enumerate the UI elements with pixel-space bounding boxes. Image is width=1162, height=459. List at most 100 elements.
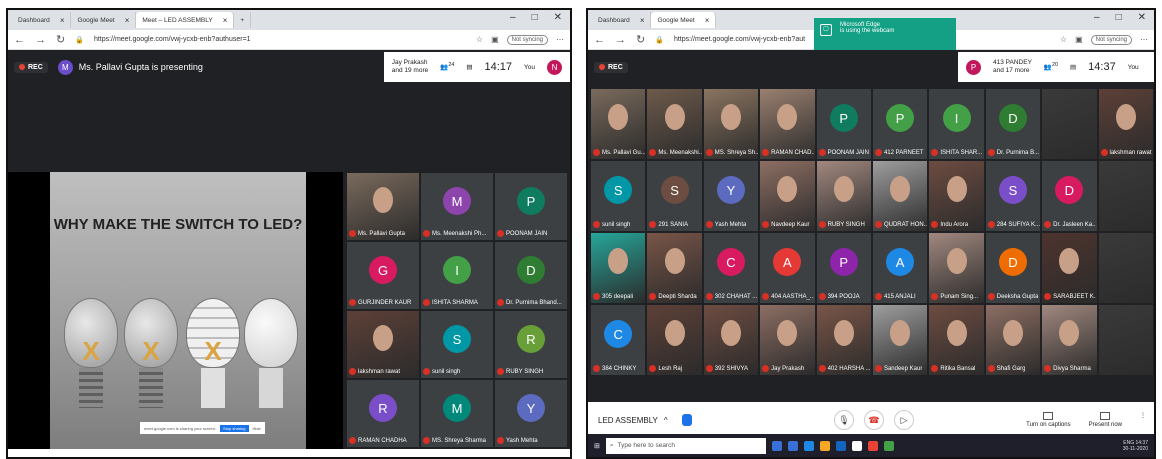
participant-tile[interactable]: Navdeep Kaur bbox=[759, 160, 816, 232]
tab-google-meet[interactable]: Google Meet × bbox=[71, 12, 137, 28]
participant-tile[interactable]: D Dr. Purnima B... bbox=[984, 88, 1042, 160]
participant-tile[interactable]: M MS. Shreya Sharma bbox=[420, 379, 494, 448]
refresh-icon[interactable]: ↻ bbox=[56, 33, 65, 46]
minimize-icon[interactable]: – bbox=[1094, 12, 1100, 23]
participant-tile[interactable] bbox=[1041, 88, 1098, 160]
participant-tile[interactable]: G GURJINDER KAUR bbox=[346, 241, 420, 310]
windows-start-icon[interactable]: ⊞ bbox=[594, 442, 600, 450]
present-button[interactable]: Present now bbox=[1089, 412, 1122, 428]
close-icon[interactable]: × bbox=[705, 16, 710, 25]
cortana-icon[interactable] bbox=[771, 440, 782, 451]
app-icon[interactable] bbox=[883, 440, 894, 451]
collections-icon[interactable]: ▣ bbox=[1075, 35, 1083, 44]
participant-tile[interactable]: Jay Prakash bbox=[759, 304, 816, 376]
back-icon[interactable]: ← bbox=[14, 34, 25, 46]
tab-dashboard[interactable]: Dashboard × bbox=[592, 12, 652, 28]
new-tab-icon[interactable]: + bbox=[234, 12, 252, 28]
participant-tile[interactable]: Lesh Raj bbox=[646, 304, 703, 376]
collections-icon[interactable]: ▣ bbox=[491, 35, 499, 44]
end-call-icon[interactable]: ☎ bbox=[864, 410, 884, 430]
participant-tile[interactable] bbox=[1097, 304, 1154, 376]
close-icon[interactable]: × bbox=[60, 16, 65, 25]
sync-status[interactable]: Not syncing bbox=[506, 34, 548, 45]
system-tray[interactable]: ENG 14:37 30-11-2020 bbox=[1123, 440, 1148, 452]
participant-tile[interactable]: D Dr. Purnima Bhand... bbox=[494, 241, 568, 310]
close-icon[interactable]: × bbox=[125, 16, 130, 25]
back-icon[interactable]: ← bbox=[594, 34, 605, 46]
participant-tile[interactable]: RUBY SINGH bbox=[815, 160, 872, 232]
close-icon[interactable]: × bbox=[223, 16, 228, 25]
participants-icon[interactable]: 👥20 bbox=[1044, 62, 1058, 71]
participant-tile[interactable]: Punam Sing... bbox=[928, 232, 985, 304]
participants-icon[interactable]: 👥24 bbox=[440, 62, 454, 71]
participant-tile[interactable]: Y Yash Mehta bbox=[494, 379, 568, 448]
participant-tile[interactable]: SARABJEET K... bbox=[1041, 232, 1098, 304]
webcam-notification[interactable]: ▢ Microsoft Edge is using the webcam bbox=[814, 18, 956, 50]
participant-tile[interactable]: Ssunil singh bbox=[590, 160, 647, 232]
participant-tile[interactable]: Divya Sharma bbox=[1041, 304, 1098, 376]
star-icon[interactable]: ☆ bbox=[1060, 35, 1067, 44]
participant-tile[interactable]: A 415 ANJALI bbox=[871, 232, 929, 304]
more-icon[interactable]: ⋯ bbox=[556, 35, 564, 44]
participant-tile[interactable]: 305 deepali bbox=[590, 232, 647, 304]
participant-tile[interactable]: 402 HARSHA ... bbox=[815, 304, 872, 376]
participant-tile[interactable]: Indu Arora bbox=[928, 160, 985, 232]
participant-tile[interactable]: D Deeksha Gupta bbox=[984, 232, 1042, 304]
participant-tile[interactable]: R RUBY SINGH bbox=[494, 310, 568, 379]
participant-tile[interactable]: Ms. Meenakshi... bbox=[646, 88, 703, 160]
forward-icon[interactable]: → bbox=[35, 34, 46, 46]
refresh-icon[interactable]: ↻ bbox=[636, 33, 645, 46]
participant-tile[interactable]: Deepti Sharda bbox=[646, 232, 703, 304]
tab-meet-led[interactable]: Meet – LED ASSEMBLY × bbox=[136, 12, 235, 28]
participant-tile[interactable] bbox=[1097, 232, 1154, 304]
participant-tile[interactable]: R RAMAN CHADHA bbox=[346, 379, 420, 448]
edge-icon[interactable] bbox=[803, 440, 814, 451]
participant-tile[interactable]: P POONAM JAIN bbox=[494, 172, 568, 241]
participant-tile[interactable]: C 302 CHAHAT ... bbox=[702, 232, 760, 304]
meeting-details[interactable]: LED ASSEMBLY ^ bbox=[598, 414, 692, 426]
more-options-icon[interactable]: ⋮ bbox=[1140, 412, 1146, 428]
participant-tile[interactable]: A 404 AASTHA_... bbox=[759, 232, 816, 304]
url-field[interactable]: https://meet.google.com/vwj-ycxb-enb?aut… bbox=[94, 36, 466, 43]
camera-icon[interactable]: ▷ bbox=[894, 410, 914, 430]
taskbar-search[interactable]: ⌕ Type here to search bbox=[605, 437, 766, 454]
store-icon[interactable] bbox=[835, 440, 846, 451]
participant-tile[interactable] bbox=[1097, 160, 1154, 232]
participant-tile[interactable]: Ms. Pallavi Gupta bbox=[346, 172, 420, 241]
participant-tile[interactable]: Shafi Garg bbox=[984, 304, 1042, 376]
maximize-icon[interactable]: □ bbox=[532, 12, 538, 23]
maximize-icon[interactable]: □ bbox=[1116, 12, 1122, 23]
file-explorer-icon[interactable] bbox=[819, 440, 830, 451]
user-avatar[interactable]: N bbox=[547, 59, 562, 75]
mic-icon[interactable]: 🎙 bbox=[834, 410, 854, 430]
minimize-icon[interactable]: – bbox=[510, 12, 516, 23]
star-icon[interactable]: ☆ bbox=[476, 35, 483, 44]
captions-button[interactable]: Turn on captions bbox=[1026, 412, 1071, 428]
chat-icon[interactable]: ▤ bbox=[466, 63, 472, 71]
participant-tile[interactable]: P 412 PARNEET bbox=[871, 88, 929, 160]
participant-tile[interactable]: Sandeep Kaur bbox=[871, 304, 929, 376]
participant-tile[interactable]: S 284 SUFIYA K... bbox=[984, 160, 1042, 232]
participant-tile[interactable]: S 291 SANIA bbox=[646, 160, 703, 232]
chrome-icon[interactable] bbox=[867, 440, 878, 451]
forward-icon[interactable]: → bbox=[615, 34, 626, 46]
chat-icon[interactable]: ▤ bbox=[1070, 63, 1076, 71]
tab-dashboard[interactable]: Dashboard × bbox=[12, 12, 72, 28]
participant-tile[interactable]: D Dr. Jasleen Ka... bbox=[1041, 160, 1098, 232]
participant-tile[interactable]: M Ms. Meenakshi Ph... bbox=[420, 172, 494, 241]
amazon-icon[interactable] bbox=[851, 440, 862, 451]
hide-button[interactable]: Hide bbox=[253, 426, 261, 431]
participant-tile[interactable]: C 384 CHINKY bbox=[590, 304, 647, 376]
participant-tile[interactable]: P 394 POOJA bbox=[815, 232, 872, 304]
stop-sharing-button[interactable]: Stop sharing bbox=[220, 424, 249, 432]
participant-tile[interactable]: lakshman rawat bbox=[1097, 88, 1154, 160]
tab-google-meet[interactable]: Google Meet × bbox=[651, 12, 717, 28]
close-icon[interactable]: × bbox=[640, 16, 645, 25]
close-window-icon[interactable]: ✕ bbox=[1138, 12, 1146, 23]
shield-icon[interactable] bbox=[681, 414, 692, 426]
participant-tile[interactable]: Ms. Pallavi Gu... bbox=[590, 88, 647, 160]
participant-tile[interactable]: Ssunil singh bbox=[420, 310, 494, 379]
participant-tile[interactable]: lakshman rawat bbox=[346, 310, 420, 379]
participant-tile[interactable]: RAMAN CHAD... bbox=[759, 88, 816, 160]
participant-tile[interactable]: 392 SHIVYA bbox=[702, 304, 760, 376]
